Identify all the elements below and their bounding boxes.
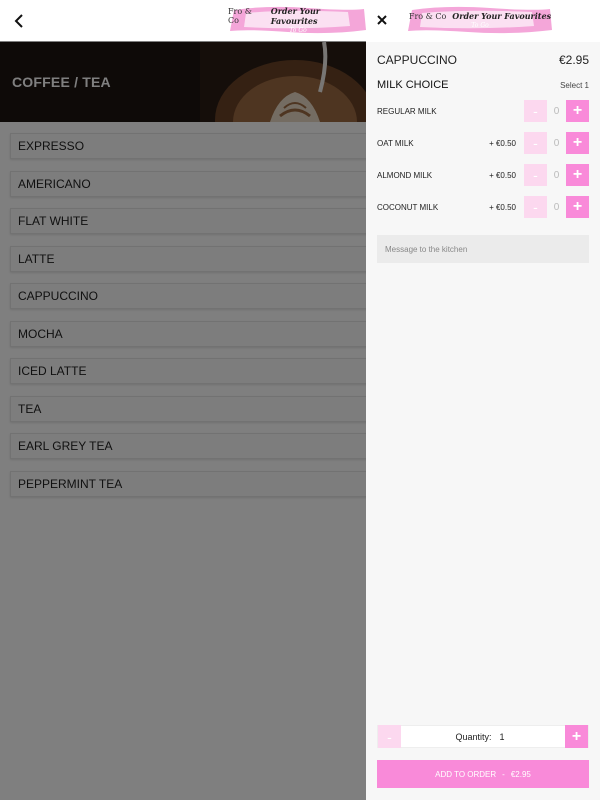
increment-button[interactable]: + [566,132,589,154]
add-to-order-label: ADD TO ORDER [435,769,497,779]
quantity-increment-button[interactable]: + [565,725,588,748]
option-price: + €0.50 [489,170,516,180]
option-quantity: 0 [553,105,560,117]
decrement-button[interactable]: - [524,164,547,186]
option-stepper: - 0 + [524,196,589,218]
quantity-label: Quantity: [455,731,492,742]
logo-brand-text: Fro & Co [228,7,252,25]
option-almond-milk: ALMOND MILK + €0.50 - 0 + [377,164,589,186]
add-to-order-price: €2.95 [510,769,531,779]
quantity-value: 1 [499,731,505,742]
option-quantity: 0 [553,169,560,181]
option-label: ALMOND MILK [377,170,433,180]
quantity-decrement-button[interactable]: - [378,725,401,748]
option-label: REGULAR MILK [377,106,437,116]
kitchen-message-input[interactable]: Message to the kitchen [377,235,589,263]
decrement-button[interactable]: - [524,100,547,122]
product-summary: CAPPUCCINO €2.95 [377,53,589,67]
option-stepper: - 0 + [524,132,589,154]
quantity-display: Quantity: 1 [401,732,565,742]
decrement-button[interactable]: - [524,196,547,218]
option-group-hint: Select 1 [560,80,589,90]
logo-subtext: To Go [289,27,307,34]
decrement-button[interactable]: - [524,132,547,154]
option-label: OAT MILK [377,138,414,148]
product-name: CAPPUCCINO [377,53,458,67]
brand-logo: Fro & Co Order Your Favourites To Go [228,4,368,36]
close-button[interactable] [374,12,390,28]
option-stepper: - 0 + [524,100,589,122]
option-coconut-milk: COCONUT MILK + €0.50 - 0 + [377,196,589,218]
option-label: COCONUT MILK [377,202,439,212]
option-oat-milk: OAT MILK + €0.50 - 0 + [377,132,589,154]
logo-subtext: To Go [471,22,489,29]
option-group-title: MILK CHOICE [377,79,449,91]
product-options-panel: Fro & Co Order Your Favourites To Go CAP… [366,0,600,800]
option-quantity: 0 [553,137,560,149]
option-group-header: MILK CHOICE Select 1 [377,79,589,91]
logo-tagline: Order Your Favourites [452,11,552,21]
option-regular-milk: REGULAR MILK - 0 + [377,100,589,122]
logo-tagline: Order Your Favourites [270,6,320,26]
brand-logo: Fro & Co Order Your Favourites To Go [406,4,554,36]
increment-button[interactable]: + [566,164,589,186]
quantity-stepper: - Quantity: 1 + [377,725,589,748]
option-price: + €0.50 [489,202,516,212]
add-to-order-button[interactable]: ADD TO ORDER - €2.95 [377,760,589,788]
product-price: €2.95 [558,53,589,67]
increment-button[interactable]: + [566,196,589,218]
add-to-order-separator: - [502,769,505,779]
chevron-left-icon [14,14,23,28]
option-price: + €0.50 [489,138,516,148]
close-icon [377,15,387,25]
panel-header: Fro & Co Order Your Favourites To Go [366,0,600,42]
option-stepper: - 0 + [524,164,589,186]
logo-brand-text: Fro & Co [408,11,447,21]
back-button[interactable] [8,10,30,32]
option-quantity: 0 [553,201,560,213]
increment-button[interactable]: + [566,100,589,122]
